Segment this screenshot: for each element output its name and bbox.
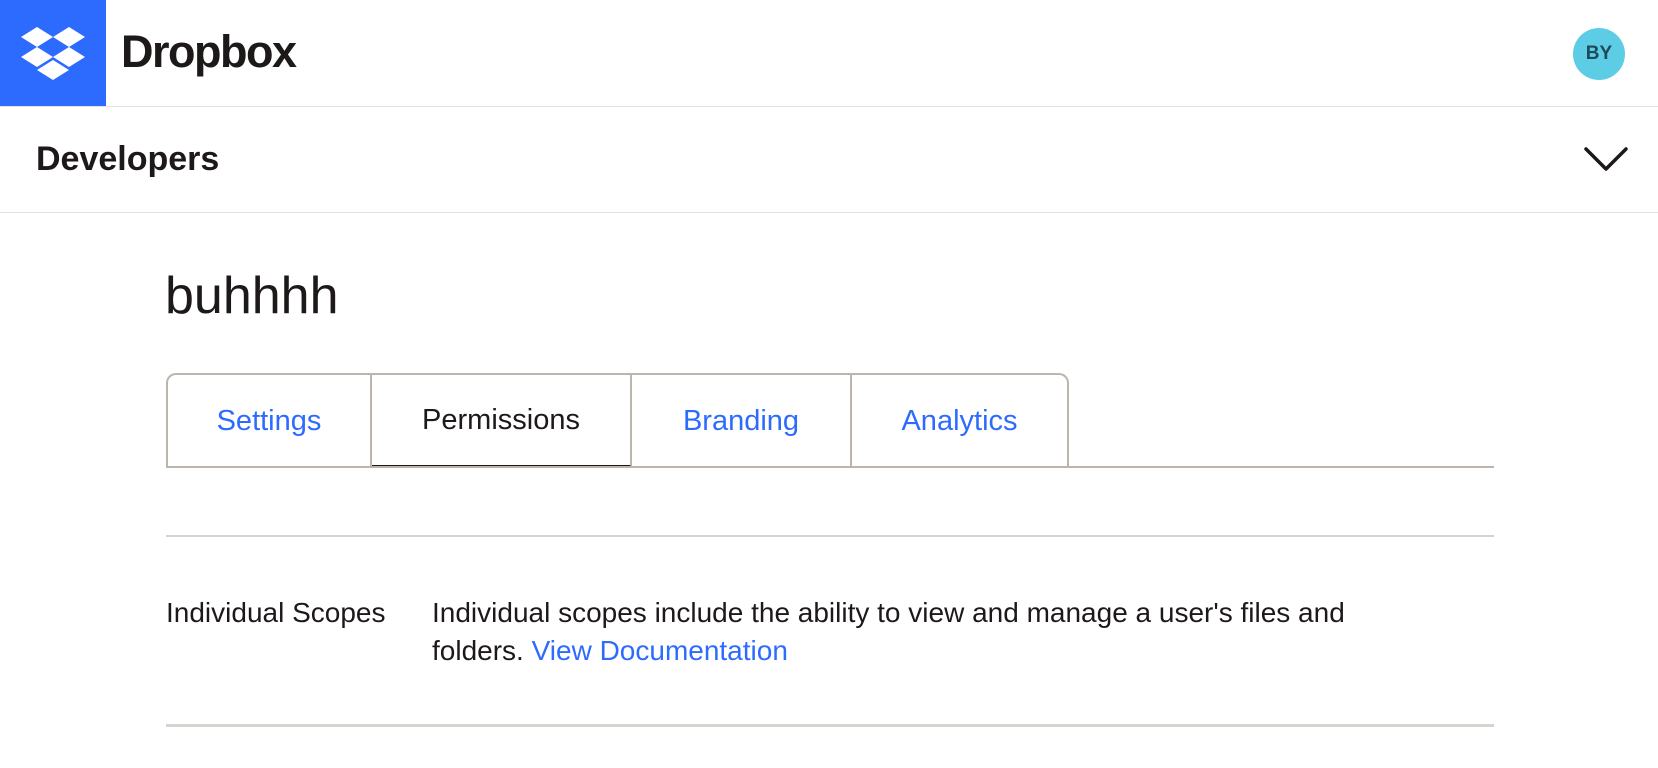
app-title: buhhhh xyxy=(165,267,339,325)
chevron-down-icon[interactable] xyxy=(1583,143,1629,175)
section-divider xyxy=(166,535,1494,537)
user-avatar[interactable]: BY xyxy=(1573,28,1625,80)
tab-analytics[interactable]: Analytics xyxy=(852,373,1069,468)
top-bar: Dropbox BY xyxy=(0,0,1658,107)
tab-branding[interactable]: Branding xyxy=(632,373,852,468)
tabs-baseline-divider xyxy=(166,466,1494,468)
individual-scopes-description: Individual scopes include the ability to… xyxy=(432,594,1432,670)
developers-title[interactable]: Developers xyxy=(36,137,219,181)
individual-scopes-label: Individual Scopes xyxy=(166,597,386,628)
dropbox-logo-icon[interactable] xyxy=(0,0,106,106)
section-divider-bottom xyxy=(166,724,1494,727)
dropbox-logo-shape xyxy=(21,27,85,80)
tab-settings[interactable]: Settings xyxy=(166,373,372,468)
developers-bar: Developers xyxy=(0,107,1658,213)
tab-bar: Settings Permissions Branding Analytics xyxy=(166,373,1069,468)
view-documentation-link[interactable]: View Documentation xyxy=(532,635,788,666)
tab-permissions[interactable]: Permissions xyxy=(372,373,632,468)
brand-wordmark[interactable]: Dropbox xyxy=(121,24,297,80)
